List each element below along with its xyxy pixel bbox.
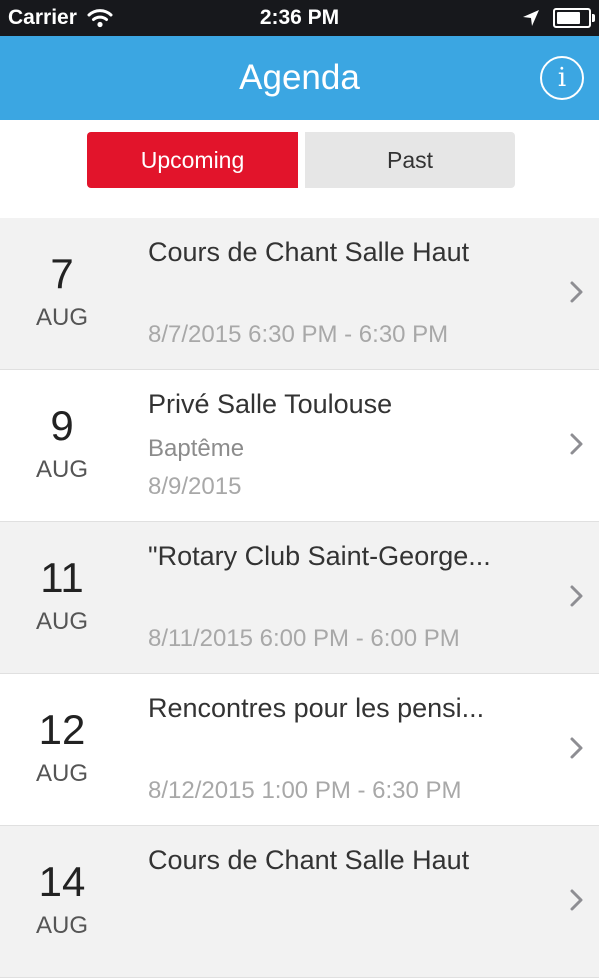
nav-bar: Agenda i [0,36,599,120]
battery-level [557,12,580,24]
tab-upcoming[interactable]: Upcoming [87,132,298,188]
status-right [521,0,595,36]
event-month: AUG [35,760,88,787]
event-title: Cours de Chant Salle Haut [148,237,470,267]
event-date: 14 AUG [0,826,124,978]
battery-icon [553,8,595,28]
event-day: 12 [38,706,86,753]
event-date: 11 AUG [0,522,124,674]
event-date: 7 AUG [0,218,124,370]
event-day: 14 [38,858,86,905]
event-list: 7 AUG Cours de Chant Salle Haut 8/7/2015… [0,218,599,978]
event-datetime: 8/9/2015 [148,473,242,500]
event-month: AUG [35,912,88,939]
event-title: Privé Salle Toulouse [148,389,393,419]
event-date: 12 AUG [0,674,124,826]
status-time: 2:36 PM [259,6,340,29]
status-bar: Carrier 2:36 PM [0,0,599,36]
chevron-right-icon [570,585,583,607]
event-title: Rencontres pour les pensi... [148,693,485,723]
event-day: 7 [50,250,74,297]
event-subtitle: Baptême [148,435,245,462]
event-row[interactable]: 11 AUG "Rotary Club Saint-George... 8/11… [0,522,599,674]
chevron-right-icon [570,433,583,455]
event-datetime: 8/11/2015 6:00 PM - 6:00 PM [148,625,460,652]
event-title: Cours de Chant Salle Haut [148,845,470,875]
event-month: AUG [35,304,88,331]
info-icon[interactable]: i [540,56,584,100]
chevron-right-icon [570,889,583,911]
agenda-segmented-control: Upcoming Past [87,132,515,188]
event-day: 9 [50,402,74,449]
event-title: "Rotary Club Saint-George... [148,541,491,571]
event-month: AUG [35,456,88,483]
event-date: 9 AUG [0,370,124,522]
event-datetime: 8/7/2015 6:30 PM - 6:30 PM [148,321,449,348]
event-row[interactable]: 9 AUG Privé Salle Toulouse Baptême 8/9/2… [0,370,599,522]
tab-past[interactable]: Past [305,132,515,188]
page-title: Agenda [239,58,360,97]
event-month: AUG [35,608,88,635]
event-row[interactable]: 12 AUG Rencontres pour les pensi... 8/12… [0,674,599,826]
event-day: 11 [40,554,84,601]
event-row[interactable]: 14 AUG Cours de Chant Salle Haut [0,826,599,978]
chevron-right-icon [570,737,583,759]
chevron-right-icon [570,281,583,303]
location-arrow-icon [523,10,539,26]
event-row[interactable]: 7 AUG Cours de Chant Salle Haut 8/7/2015… [0,218,599,370]
event-datetime: 8/12/2015 1:00 PM - 6:30 PM [148,777,462,804]
